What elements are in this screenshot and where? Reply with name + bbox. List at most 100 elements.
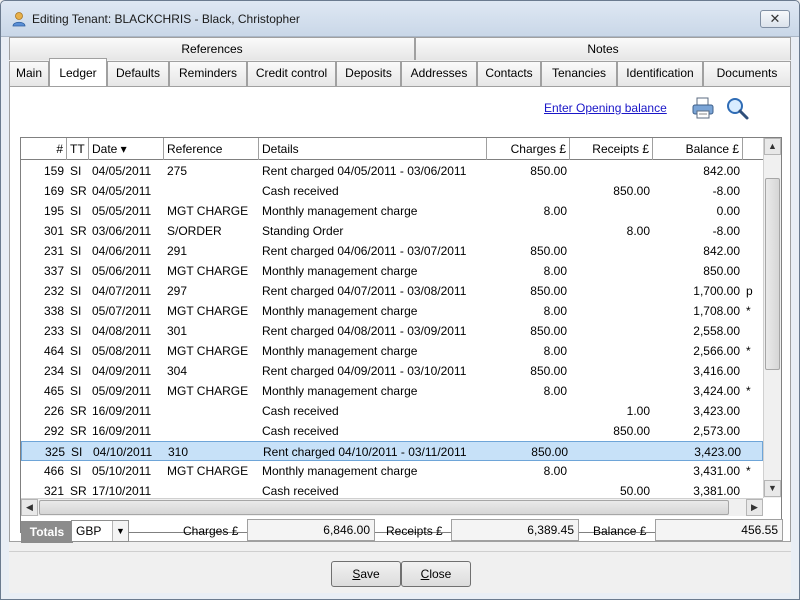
table-row[interactable]: 321 SR 17/10/2011 Cash received 50.00 3,381.0… [21,481,763,499]
table-row[interactable]: 226 SR 16/09/2011 Cash received 1.00 3,423.00 [21,401,763,421]
col-header-balance[interactable]: Balance £ [653,138,743,160]
cell-tt: SI [70,384,82,398]
tab-deposits[interactable]: Deposits [336,61,401,86]
cell-details: Monthly management charge [262,264,418,278]
totals-label: Totals [21,521,73,543]
cell-charges: 8.00 [543,204,567,218]
col-header-receipts[interactable]: Receipts £ [570,138,653,160]
cell-tt: SI [70,304,82,318]
table-row[interactable]: 325 SI 04/10/2011 310 Rent charged 04/10/201… [21,441,763,461]
cell-number: 169 [43,184,64,198]
cell-details: Rent charged 04/07/2011 - 03/08/2011 [262,284,467,298]
tab-defaults[interactable]: Defaults [107,61,169,86]
table-row[interactable]: 337 SI 05/06/2011 MGT CHARGE Monthly managem… [21,261,763,281]
save-button[interactable]: Save [331,561,401,587]
col-header-number[interactable]: # [21,138,67,160]
balance-total-field: 456.55 [655,519,783,541]
cell-receipts [570,341,653,361]
tab-tenancies[interactable]: Tenancies [541,61,617,86]
vertical-scroll-thumb[interactable] [765,178,780,370]
col-header-details[interactable]: Details [259,138,487,160]
col-header-tt[interactable]: TT [67,138,89,160]
cell-balance: 3,381.00 [693,484,740,498]
cell-details: Monthly management charge [262,344,418,358]
enter-opening-balance-link[interactable]: Enter Opening balance [544,101,667,115]
cell-details: Standing Order [262,224,344,238]
cell-flag [743,401,763,421]
cell-flag [743,261,763,281]
cell-receipts [570,201,653,221]
chevron-down-icon[interactable]: ▼ [112,521,128,541]
cell-date: 04/08/2011 [92,324,152,338]
cell-reference: 275 [167,164,188,178]
scroll-down-icon[interactable]: ▼ [764,480,781,497]
close-icon: ✕ [769,11,781,26]
cell-details: Cash received [262,484,339,498]
cell-balance: 3,431.00 [693,464,740,478]
col-header-reference[interactable]: Reference [164,138,259,160]
col-header-charges[interactable]: Charges £ [487,138,570,160]
close-window-button[interactable]: ✕ [760,10,790,28]
cell-date: 05/08/2011 [92,344,152,358]
close-button[interactable]: Close [401,561,471,587]
scroll-up-icon[interactable]: ▲ [764,138,781,155]
cell-details: Rent charged 04/06/2011 - 03/07/2011 [262,244,467,258]
col-header-date[interactable]: Date ▾ [89,138,164,160]
cell-number: 159 [43,164,64,178]
cell-receipts: 850.00 [613,184,650,198]
tab-main[interactable]: Main [9,61,49,86]
tab-identification[interactable]: Identification [617,61,703,86]
table-row[interactable]: 292 SR 16/09/2011 Cash received 850.00 2,573.… [21,421,763,441]
cell-details: Rent charged 04/09/2011 - 03/10/2011 [262,364,467,378]
cell-number: 226 [43,404,64,418]
cell-reference: 297 [167,284,188,298]
cell-reference: MGT CHARGE [167,204,249,218]
table-row[interactable]: 231 SI 04/06/2011 291 Rent charged 04/06/201… [21,241,763,261]
table-row[interactable]: 465 SI 05/09/2011 MGT CHARGE Monthly managem… [21,381,763,401]
table-row[interactable]: 232 SI 04/07/2011 297 Rent charged 04/07/201… [21,281,763,301]
scroll-left-icon[interactable]: ◀ [21,499,38,516]
cell-details: Cash received [262,424,339,438]
print-button[interactable] [690,95,716,121]
table-row[interactable]: 169 SR 04/05/2011 Cash received 850.00 -8.00 [21,181,763,201]
tab-credit-control[interactable]: Credit control [247,61,336,86]
horizontal-scrollbar[interactable]: ◀ ▶ [21,498,763,516]
cell-date: 04/06/2011 [92,244,152,258]
table-row[interactable]: 466 SI 05/10/2011 MGT CHARGE Monthly managem… [21,461,763,481]
scroll-right-icon[interactable]: ▶ [746,499,763,516]
table-row[interactable]: 338 SI 05/07/2011 MGT CHARGE Monthly managem… [21,301,763,321]
tab-notes[interactable]: Notes [415,37,791,60]
cell-number: 301 [43,224,64,238]
tab-contacts[interactable]: Contacts [477,61,541,86]
tab-documents[interactable]: Documents [703,61,791,86]
table-row[interactable]: 301 SR 03/06/2011 S/ORDER Standing Order 8.00… [21,221,763,241]
tab-label: Documents [716,66,778,80]
cell-reference: 304 [167,364,188,378]
table-row[interactable]: 234 SI 04/09/2011 304 Rent charged 04/09/201… [21,361,763,381]
tab-reminders[interactable]: Reminders [169,61,247,86]
cell-charges [487,221,570,241]
cell-reference: 291 [167,244,188,258]
cell-reference [164,181,259,201]
cell-details: Cash received [262,404,339,418]
cell-number: 338 [43,304,64,318]
search-button[interactable] [724,95,750,121]
cell-charges [487,181,570,201]
cell-flag [743,161,763,181]
tab-addresses[interactable]: Addresses [401,61,477,86]
tab-references[interactable]: References [9,37,415,60]
grid-header: # TT Date ▾ Reference Details Charges £ … [21,138,763,160]
table-row[interactable]: 464 SI 05/08/2011 MGT CHARGE Monthly managem… [21,341,763,361]
table-row[interactable]: 159 SI 04/05/2011 275 Rent charged 04/05/201… [21,161,763,181]
cell-number: 231 [43,244,64,258]
cell-receipts [570,361,653,381]
cell-balance: -8.00 [712,224,740,238]
cell-charges: 8.00 [543,464,567,478]
cell-number: 195 [43,204,64,218]
horizontal-scroll-thumb[interactable] [39,500,729,515]
table-row[interactable]: 195 SI 05/05/2011 MGT CHARGE Monthly managem… [21,201,763,221]
table-row[interactable]: 233 SI 04/08/2011 301 Rent charged 04/08/201… [21,321,763,341]
currency-select[interactable]: GBP ▼ [71,520,129,542]
tab-ledger[interactable]: Ledger [49,58,107,86]
vertical-scrollbar[interactable]: ▲ ▼ [763,138,781,498]
